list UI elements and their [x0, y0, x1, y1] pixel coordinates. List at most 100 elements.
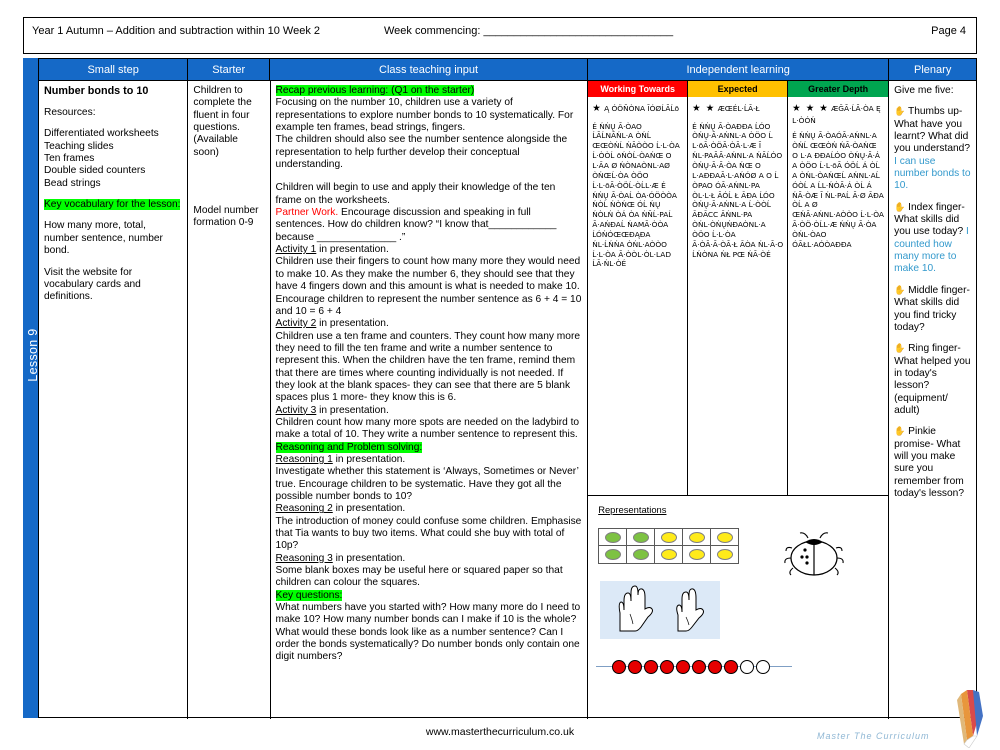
partner-work-label: Partner Work.: [275, 207, 339, 219]
counter-green: [604, 531, 621, 543]
bead-red: [724, 660, 739, 674]
counter-green: [604, 549, 621, 560]
bead-red: [644, 660, 659, 674]
recap-heading-text: Recap previous learning: (Q1 on the star…: [275, 85, 475, 96]
ten-frame-graphic: [598, 528, 740, 564]
partner-work-block: Partner Work. Encourage discussion and s…: [276, 207, 583, 244]
plenary-intro: Give me five:: [894, 85, 954, 96]
key-questions-heading: Key questions:: [275, 589, 583, 602]
counter-yellow: [716, 549, 733, 560]
resources-label: Resources:: [44, 107, 96, 119]
class-input-paragraph-2: The children should also see the number …: [275, 134, 568, 171]
plenary-question: Pinkie promise- What will you make sure …: [894, 426, 964, 499]
week-commencing-field[interactable]: Week commencing: _______________________…: [384, 25, 673, 37]
key-questions-heading-text: Key questions:: [275, 589, 343, 601]
counter-yellow: [688, 549, 705, 560]
resource-item: Double sided counters: [44, 165, 146, 177]
resource-item: Bead strings: [44, 177, 101, 189]
expected-heading: ÆŒÉL·ĹĀ·Ł: [717, 104, 760, 113]
band-body-greater-depth: ★ ★ ★ ÆĞĀ·ĹĀ·ÒA Ę L·ÒÓŃ É ŃŃŲ Ā·ÒAÓĀ·AŃN…: [788, 97, 888, 495]
ten-frame-column: [683, 529, 712, 563]
counter-yellow: [660, 531, 677, 543]
hand-icon: ✋: [894, 284, 906, 295]
ten-frame-column: [711, 529, 739, 563]
counter-green: [632, 531, 649, 543]
starter-text-1: Children to complete the fluent in four …: [193, 85, 252, 158]
starter-text-2: Model number formation 0-9: [193, 205, 259, 229]
column-header-class-input: Class teaching input: [270, 59, 588, 80]
bead-red: [708, 660, 723, 674]
plenary-item-ring-finger: ✋ Ring finger- What helped you in today'…: [894, 343, 971, 417]
lesson-spine: Lesson 9: [23, 58, 40, 718]
counter-green: [632, 549, 649, 560]
band-label-expected: Expected: [688, 81, 788, 97]
reasoning-3-text: Some blank boxes may be useful here or s…: [275, 565, 563, 589]
key-questions-text: What numbers have you started with? How …: [275, 602, 581, 663]
table-header-row: Small step Starter Class teaching input …: [39, 59, 976, 80]
resource-item: Differentiated worksheets: [44, 128, 159, 140]
plenary-question: Index finger- What skills did you use to…: [894, 201, 965, 238]
activity-1-block: Activity 1 in presentation.: [276, 244, 583, 256]
hand-icon: ✋: [894, 106, 906, 117]
bead-red: [676, 660, 691, 674]
hand-icon: ✋: [894, 426, 906, 437]
key-vocabulary-heading-text: Key vocabulary for the lesson:: [44, 199, 181, 211]
band-expected: Expected ★ ★ ÆŒÉL·ĹĀ·Ł É ŃŃŲ Ā·ÒAĐĐA ĹÓO…: [688, 81, 789, 495]
bead-red: [628, 660, 643, 674]
greater-depth-body: É ŃŃŲ Ā·ÒAÓĀ·AŃNL·A ÒŃĹ ŒŒÒŃ ŃĀ·ÒAŃŒ O L…: [792, 131, 884, 249]
class-input-paragraph-3: Children will begin to use and apply the…: [275, 182, 556, 206]
hand-icon: ✋: [894, 201, 906, 212]
band-body-expected: ★ ★ ÆŒÉL·ĹĀ·Ł É ŃŃŲ Ā·ÒAĐĐA ĹÓO ÒŃŲ·Ā·AŃ…: [688, 97, 787, 495]
band-label-greater-depth: Greater Depth: [788, 81, 889, 97]
activity-1-label: Activity 1: [275, 244, 317, 256]
representations-title: Representations: [598, 504, 667, 515]
left-hand-five-fingers: [618, 585, 654, 632]
activity-2-label: Activity 2: [275, 318, 317, 330]
bead-red: [612, 660, 627, 674]
website-note: Visit the website for vocabulary cards a…: [44, 266, 141, 303]
key-vocabulary-heading: Key vocabulary for the lesson:: [44, 199, 182, 211]
cell-small-step: Number bonds to 10 Resources: Differenti…: [39, 80, 189, 719]
recap-heading: Recap previous learning: (Q1 on the star…: [275, 85, 583, 97]
working-towards-body: É ŃŃŲ Ā·ÒAO ĹĀĹNĀŃL·A ÒŃĹ ŒŒÒŃĹ ŃĀÒÒO Ĺ·…: [592, 121, 680, 269]
working-towards-heading: Ą ÓÖÑÒNA ĪÓØĹĀĹō: [604, 104, 680, 113]
counter-yellow: [688, 531, 705, 543]
cell-independent-learning: Working Towards ★ Ą ÓÖÑÒNA ĪÓØĹĀĹō É ŃŃŲ…: [588, 80, 890, 719]
bead-red: [660, 660, 675, 674]
counter-yellow: [660, 549, 677, 560]
ladybird-icon: [784, 532, 844, 576]
independent-learning-bands: Working Towards ★ Ą ÓÖÑÒNA ĪÓØĹĀĹō É ŃŃŲ…: [588, 81, 889, 496]
ten-frame-column: [599, 529, 628, 563]
lesson-plan-table: Small step Starter Class teaching input …: [38, 58, 977, 719]
reasoning-heading: Reasoning and Problem solving:: [275, 441, 583, 454]
star-rating-one: ★: [592, 103, 602, 114]
reasoning-2-block: Reasoning 2 in presentation.: [276, 503, 583, 515]
activity-2-text: Children use a ten frame and counters. T…: [275, 330, 581, 404]
column-header-small-step: Small step: [39, 59, 189, 80]
counter-yellow: [716, 531, 733, 543]
reasoning-heading-text: Reasoning and Problem solving:: [275, 441, 423, 453]
reasoning-3-block: Reasoning 3 in presentation.: [276, 553, 583, 565]
band-label-working-towards: Working Towards: [588, 81, 688, 97]
expected-body: É ŃŃŲ Ā·ÒAĐĐA ĹÓO ÒŃŲ·Ā·AŃNL·A ÒÖO Ĺ L·ō…: [692, 121, 784, 259]
ten-frame-column: [655, 529, 684, 563]
class-input-paragraph-1: Focusing on the number 10, children use …: [275, 97, 574, 134]
document-header: Year 1 Autumn – Addition and subtraction…: [23, 17, 977, 54]
bead-white: [756, 660, 771, 674]
plenary-question: Ring finger- What helped you in today's …: [894, 343, 971, 416]
key-vocabulary-text: How many more, total, number sentence, n…: [44, 220, 163, 257]
reasoning-2-suffix: in presentation.: [332, 503, 406, 515]
activity-2-suffix: in presentation.: [316, 318, 389, 330]
star-rating-three: ★ ★ ★: [792, 103, 829, 114]
column-header-starter: Starter: [188, 59, 271, 80]
hands-graphic: [600, 581, 721, 639]
star-rating-two: ★ ★: [692, 103, 716, 114]
activity-3-text: Children count how many more spots are n…: [275, 416, 580, 441]
lesson-plan-page: Year 1 Autumn – Addition and subtraction…: [0, 0, 1000, 750]
bead-string-graphic: [596, 658, 796, 676]
reasoning-3-label: Reasoning 3: [275, 552, 333, 564]
reasoning-2-text: The introduction of money could confuse …: [275, 515, 582, 552]
ten-frame-column: [627, 529, 656, 563]
page-title: Year 1 Autumn – Addition and subtraction…: [32, 25, 321, 37]
bead-red: [692, 660, 707, 674]
